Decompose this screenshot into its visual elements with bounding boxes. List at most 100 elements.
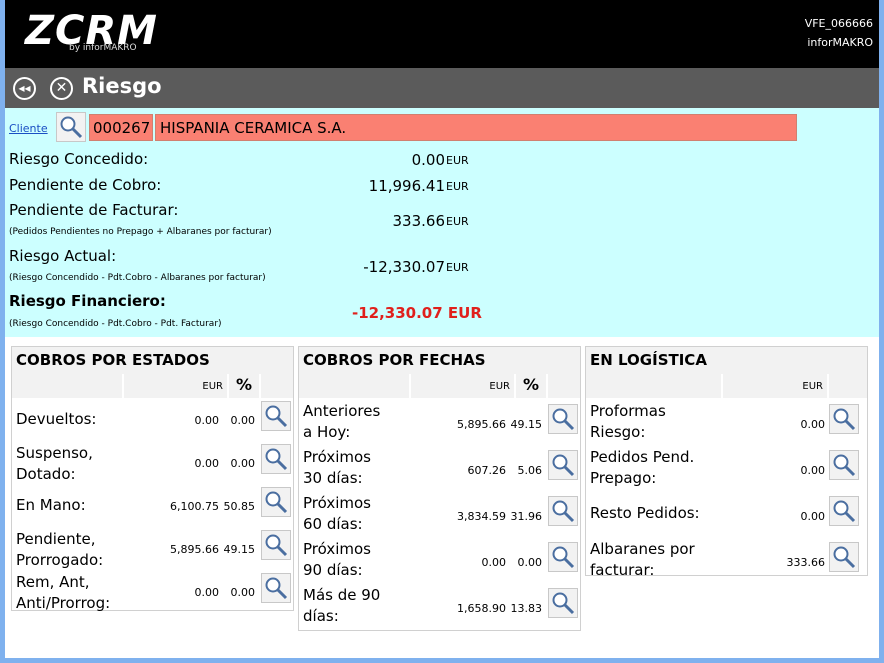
magnifier-icon-glyph <box>552 408 575 431</box>
currency-label: EUR <box>446 180 469 193</box>
row-label: 30 días: <box>303 469 363 487</box>
list-item: Más de 90 días: 1,658.90 13.83 <box>299 585 580 631</box>
magnifier-icon-glyph <box>833 546 856 569</box>
panel-title: EN LOGÍSTICA <box>586 347 867 374</box>
eur-value: 607.26 <box>467 464 507 477</box>
row-label: Más de 90 <box>303 586 381 604</box>
pendiente-cobro-value: 11,996.41 <box>368 177 445 195</box>
magnifier-icon[interactable] <box>261 401 291 431</box>
row-label: Próximos <box>303 494 371 512</box>
pendiente-cobro-label: Pendiente de Cobro: <box>9 176 162 194</box>
pct-value: 31.96 <box>510 510 543 523</box>
row-label: Rem, Ant, <box>16 573 90 591</box>
eur-value: 5,895.66 <box>170 543 219 556</box>
magnifier-icon-glyph <box>265 448 288 471</box>
row-label: 60 días: <box>303 515 363 533</box>
row-label: Próximos <box>303 448 371 466</box>
magnifier-icon[interactable] <box>829 404 859 434</box>
row-label: Próximos <box>303 540 371 558</box>
cliente-code-field[interactable]: 000267 <box>89 114 153 141</box>
rewind-icon[interactable]: ◂◂ <box>13 77 36 100</box>
list-item: Pendiente, Prorrogado: 5,895.66 49.15 <box>12 530 293 576</box>
zcrm-logo: ZCRM by inforMAKRO <box>25 8 158 54</box>
list-item: Próximos 30 días: 607.26 5.06 <box>299 447 580 493</box>
riesgo-summary: Cliente 000267 HISPANIA CERAMICA S.A. Ri… <box>5 108 879 337</box>
magnifier-icon-glyph <box>833 408 856 431</box>
magnifier-icon[interactable] <box>548 404 578 434</box>
row-label: En Mano: <box>16 496 86 514</box>
row-label: Prepago: <box>590 469 657 487</box>
page-title: Riesgo <box>82 74 162 98</box>
eur-value: 0.00 <box>800 510 826 523</box>
magnifier-icon-glyph <box>552 592 575 615</box>
magnifier-icon[interactable] <box>548 588 578 618</box>
pct-value: 49.15 <box>223 543 256 556</box>
logistica-panel: EN LOGÍSTICA EUR Proformas Riesgo: 0.00 Ped… <box>585 346 868 579</box>
list-item: Pedidos Pend. Prepago: 0.00 <box>586 447 867 493</box>
riesgo-financiero-label: Riesgo Financiero: <box>9 292 166 310</box>
magnifier-icon[interactable] <box>261 487 291 517</box>
cliente-link[interactable]: Cliente <box>9 122 48 135</box>
currency-label: EUR <box>446 215 469 228</box>
magnifier-icon[interactable] <box>261 530 291 560</box>
app-header: ZCRM by inforMAKRO VFE_066666 inforMAKRO <box>5 0 879 68</box>
magnifier-icon-glyph <box>552 500 575 523</box>
magnifier-icon-glyph <box>833 500 856 523</box>
pct-header: % <box>523 375 540 394</box>
row-label: Riesgo: <box>590 423 646 441</box>
magnifier-icon-glyph <box>833 454 856 477</box>
magnifier-icon[interactable] <box>56 112 86 142</box>
pct-value: 0.00 <box>230 586 256 599</box>
app-window: ZCRM by inforMAKRO VFE_066666 inforMAKRO… <box>0 0 884 663</box>
pendiente-facturar-note: (Pedidos Pendientes no Prepago + Albaran… <box>9 227 272 237</box>
riesgo-actual-value: -12,330.07 <box>363 258 445 276</box>
row-label: Suspenso, <box>16 444 93 462</box>
row-label: Prorrogado: <box>16 551 104 569</box>
list-item: En Mano: 6,100.75 50.85 <box>12 487 293 533</box>
panel-title: COBROS POR FECHAS <box>299 347 580 374</box>
pct-value: 0.00 <box>230 457 256 470</box>
user-company: inforMAKRO <box>807 36 873 49</box>
pct-value: 0.00 <box>230 414 256 427</box>
eur-value: 0.00 <box>194 414 220 427</box>
magnifier-icon[interactable] <box>548 542 578 572</box>
row-label: Pedidos Pend. <box>590 448 695 466</box>
magnifier-icon[interactable] <box>261 573 291 603</box>
magnifier-icon-glyph <box>265 577 288 600</box>
close-icon[interactable]: ✕ <box>50 77 73 100</box>
riesgo-actual-note: (Riesgo Concendido - Pdt.Cobro - Albaran… <box>9 273 266 283</box>
row-label: días: <box>303 607 339 625</box>
currency-label: EUR <box>446 154 469 167</box>
list-item: Suspenso, Dotado: 0.00 0.00 <box>12 444 293 490</box>
pendiente-facturar-label: Pendiente de Facturar: <box>9 201 179 219</box>
eur-header: EUR <box>202 381 223 392</box>
row-label: a Hoy: <box>303 423 351 441</box>
eur-value: 3,834.59 <box>457 510 506 523</box>
magnifier-icon-glyph <box>265 534 288 557</box>
panel-title: COBROS POR ESTADOS <box>12 347 293 374</box>
magnifier-icon[interactable] <box>261 444 291 474</box>
pct-value: 0.00 <box>517 556 543 569</box>
pct-value: 50.85 <box>223 500 256 513</box>
pct-header: % <box>236 375 253 394</box>
magnifier-icon[interactable] <box>829 542 859 572</box>
eur-value: 0.00 <box>800 418 826 431</box>
pct-value: 5.06 <box>517 464 543 477</box>
eur-header: EUR <box>489 381 510 392</box>
cliente-name-field[interactable]: HISPANIA CERAMICA S.A. <box>155 114 797 141</box>
magnifier-icon[interactable] <box>548 450 578 480</box>
title-bar: ◂◂ ✕ Riesgo <box>5 68 879 108</box>
row-label: facturar: <box>590 561 655 579</box>
user-code: VFE_066666 <box>804 17 873 30</box>
magnifier-icon-glyph <box>552 454 575 477</box>
riesgo-concedido-value: 0.00 <box>411 151 445 169</box>
row-label: Albaranes por <box>590 540 695 558</box>
list-item: Próximos 60 días: 3,834.59 31.96 <box>299 493 580 539</box>
magnifier-icon[interactable] <box>829 496 859 526</box>
magnifier-icon[interactable] <box>548 496 578 526</box>
magnifier-icon-glyph <box>265 405 288 428</box>
magnifier-icon[interactable] <box>829 450 859 480</box>
eur-value: 0.00 <box>194 457 220 470</box>
list-item: Albaranes por facturar: 333.66 <box>586 539 867 585</box>
cobros-estados-panel: COBROS POR ESTADOS EUR % Devueltos: 0.00 0… <box>11 346 294 612</box>
